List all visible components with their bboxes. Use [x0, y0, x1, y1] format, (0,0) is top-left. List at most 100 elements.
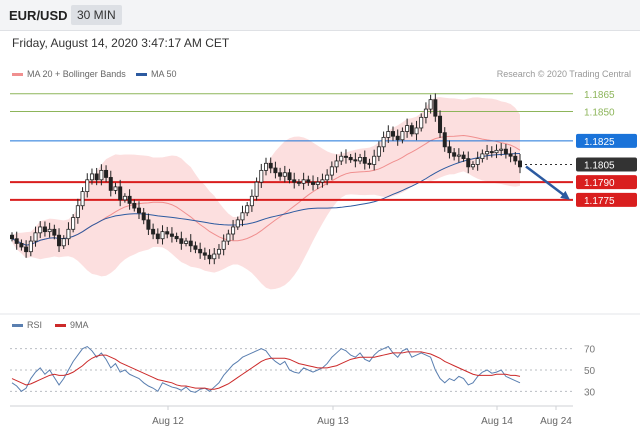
candle-bull — [405, 125, 410, 132]
candle-bull — [301, 179, 306, 184]
candle-bear — [296, 181, 301, 184]
candle-bear — [452, 152, 457, 157]
candle-bull — [414, 127, 419, 135]
candle-bull — [381, 136, 386, 148]
candle-bear — [438, 115, 443, 134]
candle-bear — [118, 186, 123, 201]
candle-bull — [400, 131, 405, 141]
candle-bear — [343, 155, 348, 158]
candle-bear — [14, 238, 19, 244]
candle-bear — [268, 162, 273, 169]
candle-bear — [508, 153, 513, 157]
candle-bear — [9, 234, 14, 240]
candle-bull — [320, 179, 325, 183]
candle-bull — [254, 181, 259, 197]
candle-bear — [188, 240, 193, 247]
candle-bear — [179, 238, 184, 244]
candle-bull — [89, 173, 94, 181]
candle-bull — [386, 131, 391, 138]
candle-bull — [33, 232, 38, 242]
candle-bear — [42, 226, 47, 233]
candle-bull — [184, 240, 189, 244]
candle-bull — [372, 155, 377, 165]
candle-bear — [57, 234, 62, 247]
bollinger-band — [12, 97, 520, 290]
candle-bear — [395, 135, 400, 141]
candle-bear — [466, 158, 471, 168]
candle-bull — [231, 226, 236, 235]
candle-bear — [198, 248, 203, 254]
candle-bear — [390, 131, 395, 137]
candle-bear — [94, 173, 99, 181]
level-label-2: 1.1825 — [584, 137, 615, 148]
candle-bull — [80, 191, 85, 207]
candle-bull — [61, 238, 66, 247]
candle-bull — [99, 169, 104, 181]
rsi-tick-label-1: 50 — [584, 366, 596, 377]
candle-bear — [433, 99, 438, 117]
candle-bull — [339, 155, 344, 162]
rsi-tick-label-2: 30 — [584, 387, 596, 398]
candle-bear — [273, 167, 278, 174]
candle-bull — [71, 217, 76, 230]
candle-bear — [362, 157, 367, 164]
candle-bear — [409, 125, 414, 135]
candle-bear — [348, 157, 353, 161]
candle-bear — [151, 228, 156, 235]
candle-bear — [146, 219, 151, 230]
candle-bull — [325, 174, 330, 181]
candle-bull — [66, 228, 71, 240]
level-label-5: 1.1775 — [584, 196, 615, 207]
candle-bull — [485, 151, 490, 155]
candle-bear — [311, 181, 316, 185]
candle-bull — [122, 195, 127, 201]
candle-bull — [282, 172, 287, 177]
candle-bull — [113, 186, 118, 191]
candle-bear — [367, 162, 372, 165]
candle-bull — [423, 108, 428, 118]
candle-bull — [235, 219, 240, 228]
candle-bull — [358, 157, 363, 162]
level-label-1: 1.1850 — [584, 107, 615, 118]
candle-bear — [174, 235, 179, 240]
candle-bull — [376, 146, 381, 157]
candle-bear — [24, 246, 29, 253]
candle-bull — [28, 240, 33, 253]
candle-bull — [263, 162, 268, 171]
rsi-series-9ma — [11, 351, 521, 390]
candle-bull — [494, 149, 499, 154]
candle-bear — [169, 233, 174, 237]
candle-bull — [38, 226, 43, 234]
candle-bull — [216, 248, 221, 255]
level-label-4: 1.1790 — [584, 178, 615, 189]
candle-bull — [456, 154, 461, 157]
candle-bear — [19, 243, 24, 248]
candle-bear — [287, 172, 292, 181]
candle-bear — [503, 148, 508, 155]
candle-bear — [518, 160, 523, 168]
chart-canvas[interactable]: 1.1865 1.1850 1.1825 1.1805 1.1790 1.1775 70 50… — [0, 0, 640, 434]
candle-bull — [85, 179, 90, 192]
candle-bull — [160, 231, 165, 240]
candle-bull — [315, 181, 320, 185]
candle-bear — [141, 212, 146, 221]
candle-bear — [207, 254, 212, 260]
candle-bear — [278, 172, 283, 177]
candle-bear — [447, 146, 452, 154]
candle-bear — [132, 202, 137, 209]
candle-bear — [461, 154, 466, 159]
candle-bear — [292, 179, 297, 183]
candle-bear — [155, 233, 160, 240]
candle-bear — [127, 195, 132, 204]
candle-bear — [489, 151, 494, 154]
x-tick-label-1: Aug 13 — [317, 416, 349, 427]
candle-bear — [165, 231, 170, 235]
candle-bear — [306, 179, 311, 183]
candle-bull — [428, 99, 433, 110]
candle-bear — [136, 207, 141, 214]
level-label-3: 1.1805 — [584, 160, 615, 171]
x-tick-label-3: Aug 24 — [540, 416, 572, 427]
candle-bull — [475, 158, 480, 165]
candle-bull — [47, 228, 52, 233]
rsi-tick-label-0: 70 — [584, 345, 596, 356]
